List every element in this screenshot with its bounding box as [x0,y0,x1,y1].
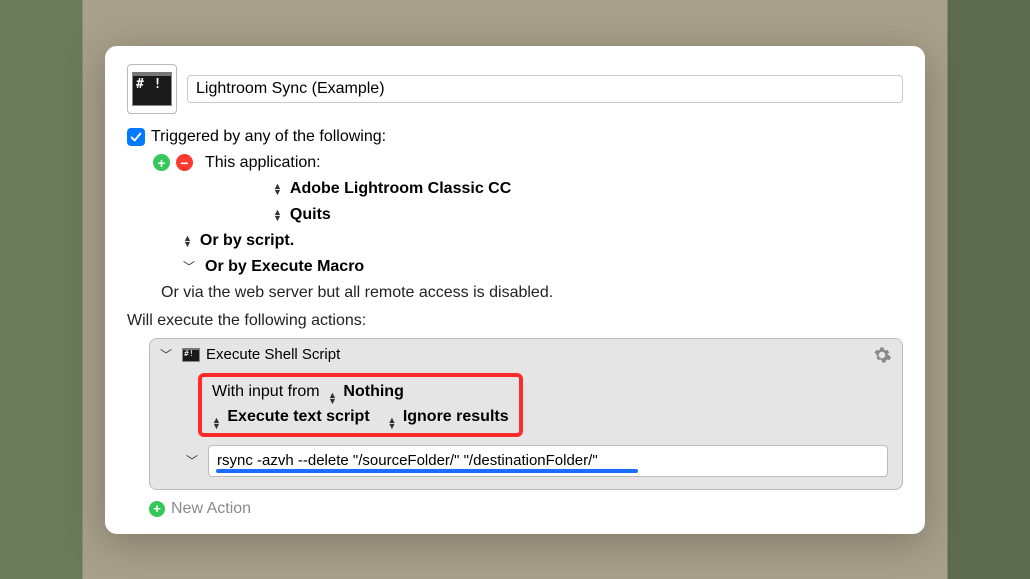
macro-editor-window: Triggered by any of the following: + − T… [105,46,925,534]
macro-header [127,64,903,114]
app-name-value: Adobe Lightroom Classic CC [290,180,511,198]
trigger-header-row: Triggered by any of the following: [127,128,903,146]
chevron-down-icon: ﹀ [160,346,172,363]
highlighted-options: With input from ▲▼ Nothing ▲▼ Execute te… [198,373,523,437]
trigger-enabled-checkbox[interactable] [127,128,145,146]
action-execute-shell-script: ﹀ Execute Shell Script With input from ▲… [149,338,903,490]
trigger-header-label: Triggered by any of the following: [151,128,386,146]
new-action-label: New Action [171,500,251,518]
plus-icon: + [149,501,165,517]
app-event-value: Quits [290,206,331,224]
web-server-note: Or via the web server but all remote acc… [157,284,903,302]
or-by-script-row[interactable]: ▲▼ Or by script. [153,232,903,250]
or-by-script-label: Or by script. [200,232,294,250]
script-mode-select[interactable]: Execute text script [227,408,369,425]
or-by-macro-label: Or by Execute Macro [205,258,364,276]
updown-arrows-icon: ▲▼ [328,392,337,404]
input-from-label: With input from [212,383,320,400]
input-from-row[interactable]: With input from ▲▼ Nothing [212,383,509,402]
terminal-app-icon [127,64,177,114]
chevron-down-icon: ﹀ [183,258,195,275]
this-application-label: This application: [205,154,321,172]
actions-header-label: Will execute the following actions: [127,312,903,330]
check-icon [129,130,143,144]
blue-underline-annotation [216,469,638,473]
action-header[interactable]: ﹀ Execute Shell Script [150,339,902,371]
script-result-row: ▲▼ Execute text script ▲▼ Ignore results [212,408,509,427]
updown-arrows-icon: ▲▼ [273,209,282,221]
remove-trigger-button[interactable]: − [176,154,193,171]
add-trigger-button[interactable]: + [153,154,170,171]
updown-arrows-icon: ▲▼ [387,417,396,429]
chevron-down-icon[interactable]: ﹀ [186,452,198,469]
new-action-button[interactable]: + New Action [149,500,903,518]
results-mode-select[interactable]: Ignore results [403,408,509,425]
or-by-macro-row[interactable]: ﹀ Or by Execute Macro [153,258,903,276]
app-select-row[interactable]: ▲▼ Adobe Lightroom Classic CC [153,180,903,198]
action-title: Execute Shell Script [206,346,340,363]
trigger-add-remove-row: + − This application: [153,154,903,172]
trigger-body: + − This application: ▲▼ Adobe Lightroom… [127,154,903,302]
script-text-row: ﹀ [150,445,902,489]
app-event-row[interactable]: ▲▼ Quits [153,206,903,224]
macro-name-input[interactable] [187,75,903,103]
gear-icon[interactable] [872,345,892,365]
terminal-icon [132,72,172,106]
updown-arrows-icon: ▲▼ [212,417,221,429]
terminal-icon [182,348,200,362]
updown-arrows-icon: ▲▼ [273,183,282,195]
updown-arrows-icon: ▲▼ [183,235,192,247]
input-from-value: Nothing [343,383,403,400]
